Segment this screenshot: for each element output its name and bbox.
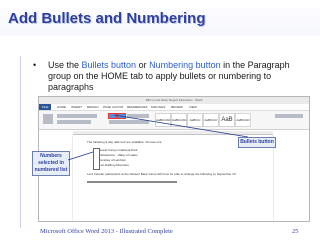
tab-review[interactable]: REVIEW [171,104,183,110]
alignment-buttons[interactable] [109,120,149,124]
paste-icon[interactable] [43,114,53,124]
list-item-2: Yellowstone - Valley of Lakes [99,153,138,157]
tab-design[interactable]: DESIGN [87,104,99,110]
tab-file[interactable]: FILE [39,104,52,110]
style-heading2[interactable]: AaBbCcC [203,113,219,127]
ribbon: AaBbCcDc AaBbCcDc AaBbCc AaBbCcC AaB AaB… [39,111,309,130]
font-format-buttons[interactable] [57,120,91,124]
ribbon-tabs: FILE HOME INSERT DESIGN PAGE LAYOUT REFE… [39,104,309,111]
bullets-callout: Bullets button [238,137,276,148]
doc-outro: Let's transfer participants at the Desse… [87,172,237,176]
list-item-4: Fun-Rafting Adventure [99,163,130,167]
bullet-text-part: or [136,60,150,70]
numbering-button[interactable] [117,113,126,119]
tab-insert[interactable]: INSERT [71,104,82,110]
tab-page-layout[interactable]: PAGE LAYOUT [103,104,124,110]
editing-buttons[interactable] [275,114,303,118]
tab-view[interactable]: VIEW [189,104,197,110]
tab-home[interactable]: HOME [57,104,66,110]
slide-title: Add Bullets and Numbering [8,10,206,27]
list-item-1: Grand Canyon National Park [99,148,138,152]
callout-line: selected in [38,160,64,166]
bullet-text-part: Use the [48,60,82,70]
page-number: 25 [292,228,299,235]
bullet-text: Use the Bullets button or Numbering butt… [48,60,310,93]
window-title: WD C-Lost River Report Final.docx - Word [39,97,309,104]
decorative-rule [20,56,21,228]
style-normal[interactable]: AaBbCcDc [155,113,171,127]
numbers-callout: Numbers selected in numbered list [32,151,70,176]
callout-line: Numbers [40,153,62,159]
list-item-3: Temples of Lambton [99,158,127,162]
text-line [87,181,177,183]
style-subtitle[interactable]: AaBbCcD [235,113,251,127]
style-title[interactable]: AaB [219,113,235,127]
numbers-selection-box [93,148,100,170]
tab-references[interactable]: REFERENCES [127,104,148,110]
bullets-button[interactable] [108,113,117,119]
style-heading1[interactable]: AaBbCc [187,113,203,127]
slide: Add Bullets and Numbering • Use the Bull… [0,0,320,240]
font-selector[interactable] [57,114,97,118]
style-no-spacing[interactable]: AaBbCcDc [171,113,187,127]
callout-line: numbered list [34,167,68,173]
bullets-button-text: Bullets button [81,60,137,70]
bullet-icon: • [33,60,37,70]
word-screenshot: WD C-Lost River Report Final.docx - Word… [38,96,310,222]
paragraph-buttons[interactable] [127,114,149,118]
footer-text: Microsoft Office Word 2013 - Illustrated… [40,228,173,235]
numbering-button-text: Numbering button [149,60,221,70]
tab-mailings[interactable]: MAILINGS [151,104,165,110]
